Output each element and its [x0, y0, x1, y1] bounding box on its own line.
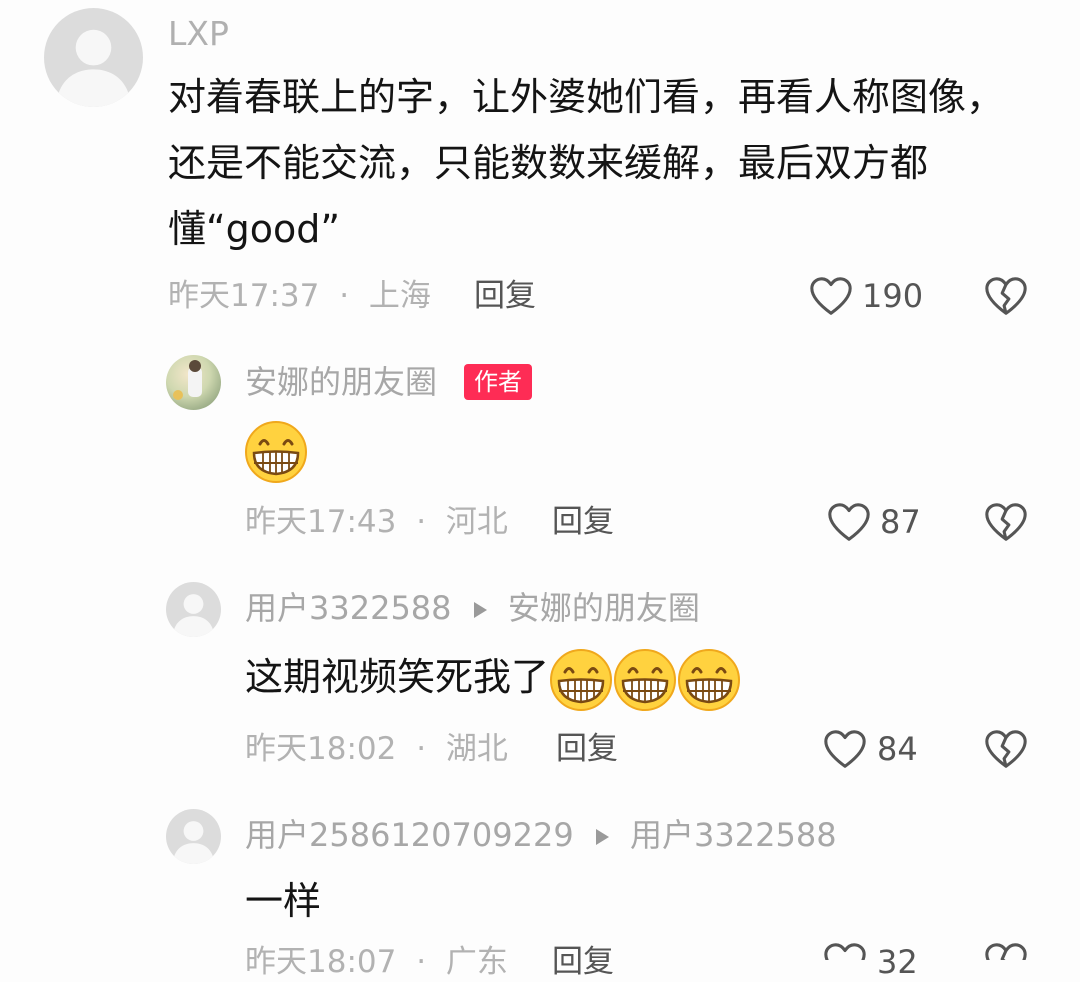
comment-location: 广东 — [445, 944, 508, 980]
like-count: 190 — [862, 277, 924, 315]
default-avatar-icon — [44, 8, 143, 107]
broken-heart-icon — [983, 274, 1029, 320]
default-avatar-icon — [166, 582, 221, 637]
comment-meta: 昨天17:37 · 上海 — [168, 276, 431, 316]
like-count: 87 — [880, 503, 921, 541]
avatar[interactable] — [166, 582, 221, 637]
avatar[interactable] — [44, 8, 143, 107]
comment-reply-header: 用户3322588 安娜的朋友圈 — [245, 588, 700, 628]
comment-text: 一样 — [245, 879, 322, 923]
broken-heart-icon — [983, 500, 1029, 546]
grinning-face-emoji — [244, 420, 308, 484]
like-button[interactable] — [822, 727, 868, 773]
comment-time: 昨天17:43 — [245, 504, 397, 540]
reply-to-username[interactable]: 用户3322588 — [630, 816, 837, 854]
reply-button[interactable]: 回复 — [556, 729, 618, 769]
like-button[interactable] — [808, 274, 854, 320]
default-avatar-icon — [166, 809, 221, 864]
avatar[interactable] — [166, 355, 221, 410]
heart-outline-icon — [826, 500, 872, 546]
heart-outline-icon — [822, 727, 868, 773]
meta-separator: · — [416, 504, 427, 540]
comment-time: 昨天18:02 — [245, 731, 397, 767]
meta-separator: · — [416, 731, 427, 767]
comment-username[interactable]: 用户2586120709229 — [245, 816, 574, 854]
dislike-button[interactable] — [983, 274, 1029, 320]
avatar[interactable] — [166, 809, 221, 864]
like-count: 32 — [877, 943, 918, 981]
dislike-button[interactable] — [983, 727, 1029, 773]
reply-button[interactable]: 回复 — [552, 502, 614, 542]
broken-heart-icon — [983, 940, 1029, 960]
grinning-face-emoji — [677, 648, 741, 712]
comment-location: 河北 — [445, 504, 508, 540]
reply-to-username[interactable]: 安娜的朋友圈 — [508, 589, 700, 627]
comment-meta: 昨天18:07 · 广东 — [245, 942, 508, 982]
heart-outline-icon — [822, 940, 868, 960]
like-button[interactable] — [822, 940, 868, 960]
meta-separator: · — [416, 944, 427, 980]
comment-username[interactable]: 用户3322588 — [245, 589, 452, 627]
comment-time: 昨天18:07 — [245, 944, 397, 980]
comment-text-row: 这期视频笑死我了 — [245, 644, 741, 712]
comment-meta: 昨天17:43 · 河北 — [245, 502, 508, 542]
comment-username[interactable]: 安娜的朋友圈 — [245, 362, 437, 402]
grinning-face-emoji — [549, 648, 613, 712]
comment-text: 这期视频笑死我了 — [245, 655, 550, 699]
author-photo-avatar — [173, 360, 202, 400]
dislike-button[interactable] — [983, 940, 1029, 960]
grinning-face-emoji — [613, 648, 677, 712]
reply-button[interactable]: 回复 — [552, 942, 614, 982]
dislike-button[interactable] — [983, 500, 1029, 546]
comment-meta: 昨天18:02 · 湖北 — [245, 729, 508, 769]
comment-reply-header: 用户2586120709229 用户3322588 — [245, 815, 837, 855]
broken-heart-icon — [983, 727, 1029, 773]
triangle-right-icon — [470, 600, 490, 620]
triangle-right-icon — [592, 827, 612, 847]
heart-outline-icon — [808, 274, 854, 320]
comment-location: 湖北 — [445, 731, 508, 767]
comment-text: 对着春联上的字，让外婆她们看，再看人称图像，还是不能交流，只能数数来缓解，最后双… — [168, 75, 1005, 251]
comment-time: 昨天17:37 — [168, 278, 320, 314]
comment-location: 上海 — [368, 278, 431, 314]
reply-button[interactable]: 回复 — [474, 276, 536, 316]
comment-username[interactable]: LXP — [168, 14, 229, 54]
author-badge: 作者 — [464, 364, 532, 400]
like-count: 84 — [877, 730, 918, 768]
comment-emoji-row — [244, 420, 308, 484]
meta-separator: · — [339, 278, 350, 314]
like-button[interactable] — [826, 500, 872, 546]
